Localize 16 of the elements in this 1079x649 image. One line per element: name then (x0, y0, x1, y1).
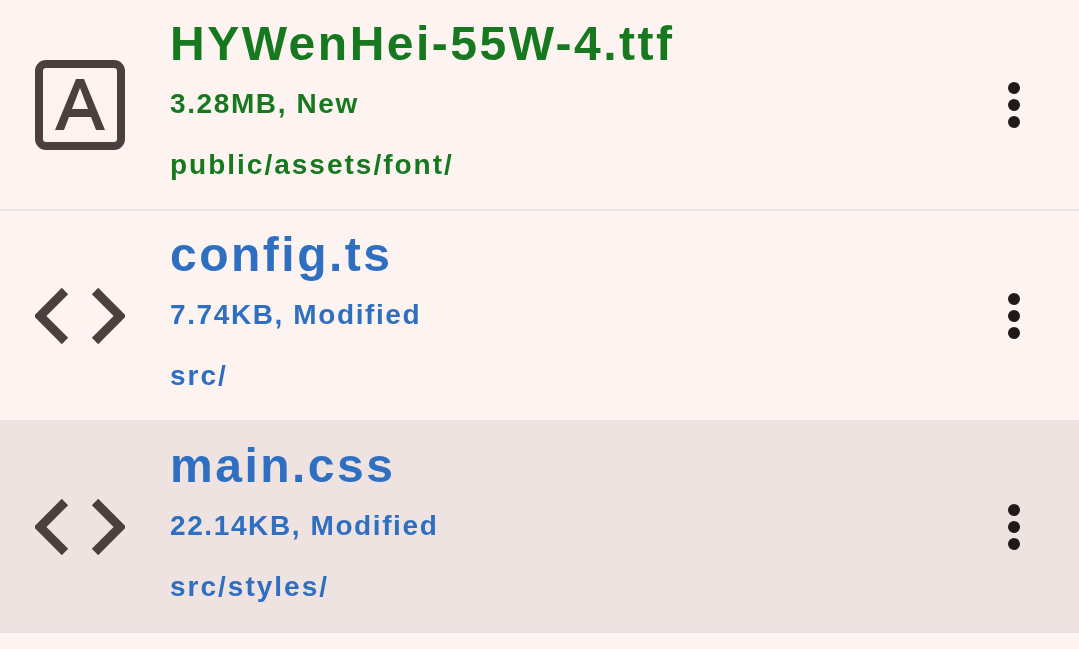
code-icon (35, 498, 125, 555)
file-name: config.ts (170, 226, 393, 283)
more-options-icon (1006, 80, 1022, 129)
file-details: 3.28MB, New (170, 86, 359, 121)
file-name: HYWenHei-55W-4.ttf (170, 15, 675, 72)
more-options-icon (1006, 291, 1022, 340)
file-details: 7.74KB, Modified (170, 297, 422, 332)
boxed-letter-icon (35, 59, 125, 150)
more-options-icon (1006, 502, 1022, 551)
file-row[interactable]: main.css 22.14KB, Modified src/styles/ (0, 422, 1079, 633)
file-path: public/assets/font/ (170, 147, 454, 182)
file-path: src/ (170, 358, 228, 393)
file-name: main.css (170, 437, 396, 494)
file-details: 22.14KB, Modified (170, 508, 439, 543)
file-path: src/styles/ (170, 569, 329, 604)
code-icon (35, 287, 125, 344)
